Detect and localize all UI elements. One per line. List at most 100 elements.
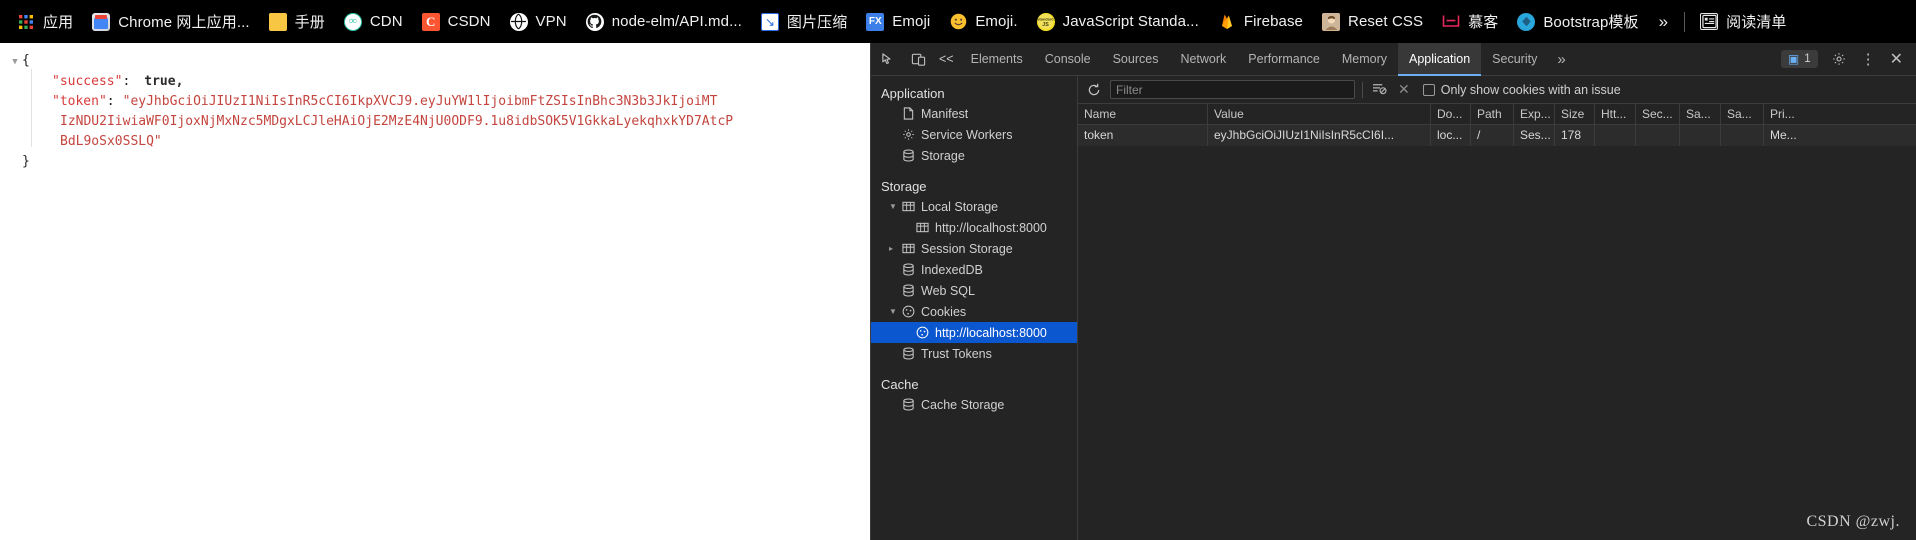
svg-text:JS: JS <box>1042 22 1049 28</box>
bookmark-node-elm-api[interactable]: node-elm/API.md... <box>577 7 751 37</box>
table-icon <box>914 221 930 234</box>
table-row[interactable]: token eyJhbGciOiJIUzI1NiIsInR5cCI6I... l… <box>1078 125 1916 146</box>
tab-console[interactable]: Console <box>1034 43 1102 76</box>
bookmark-emoji[interactable]: Emoji. <box>940 7 1026 37</box>
chevron-right-icon[interactable]: ▸ <box>889 244 900 253</box>
bookmark-label: Chrome 网上应用... <box>118 14 250 31</box>
reading-list-label: 阅读清单 <box>1726 14 1787 31</box>
bookmark-label: 慕客 <box>1468 14 1499 31</box>
apps-grid-icon <box>17 13 35 31</box>
device-toolbar-icon[interactable] <box>903 45 933 73</box>
bookmark-emoji-fx[interactable]: FX Emoji <box>857 7 939 37</box>
bookmark-imooc[interactable]: 慕客 <box>1433 7 1507 37</box>
json-close-brace: } <box>22 154 30 169</box>
tab-application[interactable]: Application <box>1398 42 1482 76</box>
gear-icon <box>900 128 916 141</box>
bookmark-apps[interactable]: 应用 <box>8 7 82 37</box>
sidebar-item-local-storage-origin[interactable]: ▸ http://localhost:8000 <box>871 217 1077 238</box>
sidebar-item-label: Cookies <box>921 304 967 319</box>
sidebar-item-label: Manifest <box>921 106 969 121</box>
column-header-value[interactable]: Value <box>1208 104 1431 125</box>
column-header-secure[interactable]: Sec... <box>1636 104 1680 125</box>
sidebar-item-session-storage[interactable]: ▸ Session Storage <box>871 238 1077 259</box>
json-value-token-line3: BdL9oSx0SSLQ" <box>60 134 162 149</box>
json-value-token-line1: "eyJhbGciOiJIUzI1NiIsInR5cCI6IkpXVCJ9.ey… <box>122 94 718 109</box>
more-tabs-button[interactable]: » <box>1548 43 1574 76</box>
column-header-httponly[interactable]: Htt... <box>1595 104 1636 125</box>
bookmark-javascript-standard[interactable]: standard JS JavaScript Standa... <box>1028 7 1208 37</box>
chevron-down-icon[interactable]: ▼ <box>889 307 900 316</box>
database-icon <box>900 263 916 276</box>
refresh-icon[interactable] <box>1084 80 1103 99</box>
reset-css-icon <box>1322 12 1341 31</box>
sidebar-item-trust-tokens[interactable]: ▸ Trust Tokens <box>871 343 1077 364</box>
bookmark-cdn[interactable]: ∞ CDN <box>335 7 412 37</box>
tree-spacer: ▸ <box>889 130 900 139</box>
cookie-icon <box>914 326 930 339</box>
sidebar-item-storage[interactable]: ▸ Storage <box>871 145 1077 166</box>
bookmarks-overflow-button[interactable]: » <box>1649 7 1678 37</box>
bookmark-reset-css[interactable]: Reset CSS <box>1313 7 1432 37</box>
messages-badge[interactable]: ▣ 1 <box>1780 50 1818 68</box>
bookmark-firebase[interactable]: Firebase <box>1209 7 1312 37</box>
sidebar-item-cache-storage[interactable]: ▸ Cache Storage <box>871 394 1077 415</box>
column-header-samesite[interactable]: Sa... <box>1680 104 1721 125</box>
sidebar-item-label: Session Storage <box>921 241 1013 256</box>
sidebar-item-service-workers[interactable]: ▸ Service Workers <box>871 124 1077 145</box>
column-header-name[interactable]: Name <box>1078 104 1208 125</box>
tab-performance[interactable]: Performance <box>1237 43 1331 76</box>
cell-secure <box>1636 125 1680 146</box>
reading-list-icon <box>1700 13 1719 30</box>
json-key-success: "success" <box>52 74 123 89</box>
cell-expires: Ses... <box>1514 125 1555 146</box>
bookmark-manual[interactable]: 手册 <box>260 7 334 37</box>
more-vertical-icon[interactable]: ⋮ <box>1854 50 1883 68</box>
json-root-close-line: } <box>0 152 870 172</box>
reading-list-button[interactable]: 阅读清单 <box>1691 7 1795 37</box>
sidebar-item-cookies-origin[interactable]: ▸ http://localhost:8000 <box>871 322 1077 343</box>
column-header-domain[interactable]: Do... <box>1431 104 1471 125</box>
tab-elements[interactable]: Elements <box>960 43 1034 76</box>
filter-input[interactable] <box>1110 80 1355 99</box>
bookmark-csdn[interactable]: C CSDN <box>413 7 500 37</box>
bookmark-label: 应用 <box>43 14 74 31</box>
sidebar-item-local-storage[interactable]: ▼ Local Storage <box>871 196 1077 217</box>
globe-icon <box>509 12 528 31</box>
collapse-arrow-icon[interactable]: ▼ <box>8 52 22 72</box>
chrome-web-store-icon <box>92 12 111 31</box>
devtools-toolbar-right: ▣ 1 ⋮ ✕ <box>1780 45 1916 73</box>
bookmark-bootstrap-template[interactable]: Bootstrap模板 <box>1508 7 1647 37</box>
tab-network[interactable]: Network <box>1169 43 1237 76</box>
close-icon[interactable]: ✕ <box>1883 49 1910 69</box>
column-header-samepartition[interactable]: Sa... <box>1721 104 1764 125</box>
sidebar-item-manifest[interactable]: ▸ Manifest <box>871 103 1077 124</box>
column-header-expires[interactable]: Exp... <box>1514 104 1555 125</box>
column-header-priority[interactable]: Pri... <box>1764 104 1916 125</box>
tab-security[interactable]: Security <box>1481 43 1548 76</box>
tab-memory[interactable]: Memory <box>1331 43 1398 76</box>
bookmark-vpn[interactable]: VPN <box>501 7 576 37</box>
sidebar-item-cookies[interactable]: ▼ Cookies <box>871 301 1077 322</box>
sidebar-item-label: Local Storage <box>921 199 999 214</box>
devtools-collapse-button[interactable]: << <box>933 43 960 76</box>
sidebar-item-web-sql[interactable]: ▸ Web SQL <box>871 280 1077 301</box>
cdn-icon: ∞ <box>343 12 362 31</box>
sidebar-section-storage: Storage <box>881 179 927 194</box>
tab-sources[interactable]: Sources <box>1102 43 1170 76</box>
bookmark-label: Emoji <box>892 13 931 30</box>
column-header-size[interactable]: Size <box>1555 104 1595 125</box>
sidebar-item-indexeddb[interactable]: ▸ IndexedDB <box>871 259 1077 280</box>
only-show-issues-checkbox[interactable] <box>1422 83 1435 96</box>
gear-icon[interactable] <box>1824 45 1854 73</box>
only-show-issues-toggle[interactable]: Only show cookies with an issue <box>1422 83 1621 97</box>
column-header-path[interactable]: Path <box>1471 104 1514 125</box>
inspect-element-icon[interactable] <box>873 45 903 73</box>
bookmark-chrome-web-store[interactable]: Chrome 网上应用... <box>83 7 258 37</box>
chevron-down-icon[interactable]: ▼ <box>889 202 900 211</box>
bookmark-image-compress[interactable]: ↘ 图片压缩 <box>752 7 856 37</box>
firebase-flame-icon <box>1218 13 1236 31</box>
clear-filtered-icon[interactable] <box>1370 82 1389 98</box>
tree-spacer: ▸ <box>889 349 900 358</box>
clear-all-icon[interactable]: ✕ <box>1396 81 1412 98</box>
manifest-icon <box>900 107 916 120</box>
